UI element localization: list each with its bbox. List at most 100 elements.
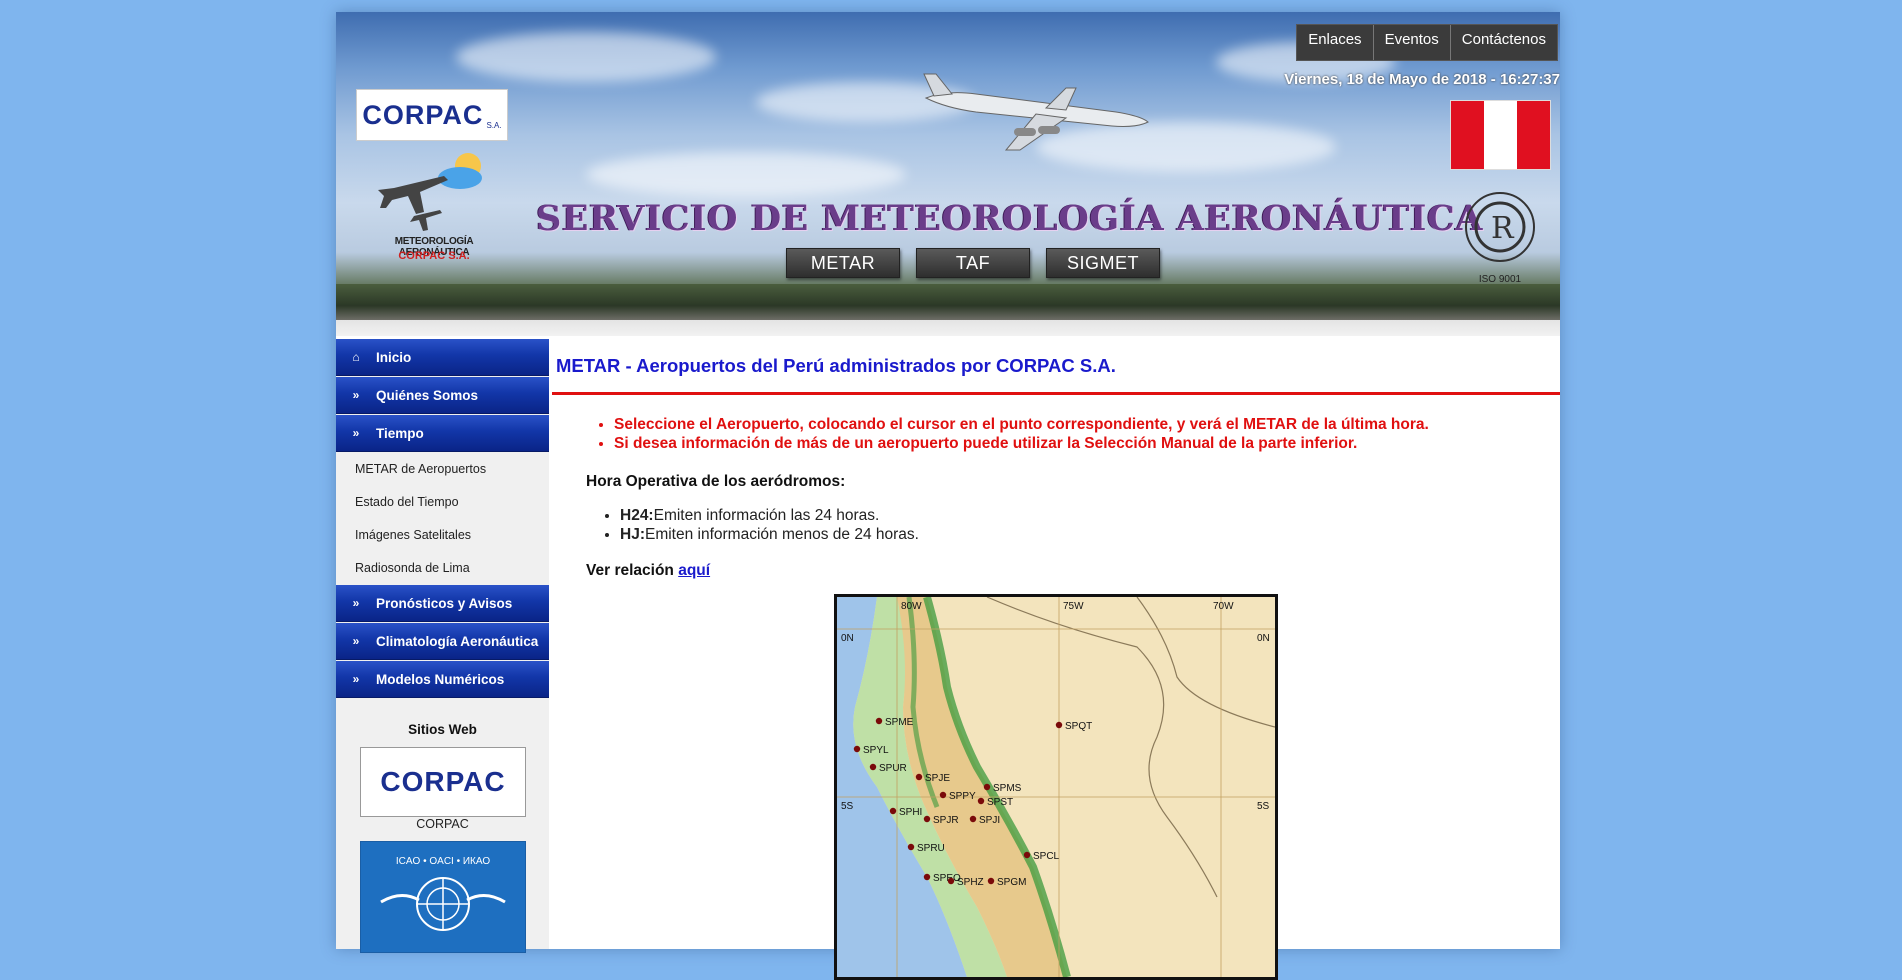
ver-relacion: Ver relación aquí (586, 562, 710, 580)
service-title: SERVICIO DE METEOROLOGÍA AERONÁUTICA (536, 198, 1483, 239)
airport-dot[interactable] (987, 877, 995, 885)
flag-stripe-right (1517, 101, 1550, 169)
title-divider (552, 392, 1560, 395)
lon-label: 80W (901, 601, 922, 612)
menu-label: Climatología Aeronáutica (376, 633, 539, 649)
airport-label: SPQT (1065, 721, 1092, 732)
menu-label: Inicio (376, 349, 412, 365)
airport-dot[interactable] (923, 815, 931, 823)
instruction-item: Si desea información de más de un aeropu… (614, 434, 1429, 453)
metar-button[interactable]: METAR (786, 248, 900, 278)
lon-label: 70W (1213, 601, 1234, 612)
lat-label: 5S (841, 801, 854, 812)
lat-label: 0N (1257, 633, 1270, 644)
peru-flag (1450, 100, 1551, 170)
page-title: METAR - Aeropuertos del Perú administrad… (556, 355, 1116, 376)
ver-relacion-label: Ver relación (586, 562, 674, 579)
hora-operativa-title: Hora Operativa de los aeródromos: (586, 473, 846, 490)
double-chevron-right-icon: » (352, 672, 360, 686)
airport-dot[interactable] (915, 773, 923, 781)
double-chevron-right-icon: » (352, 388, 360, 402)
instructions-list: Seleccione el Aeropuerto, colocando el c… (600, 415, 1429, 453)
menu-label: Modelos Numéricos (376, 671, 505, 687)
corpac-logo-text: CORPAC (362, 99, 484, 130)
airport-dot[interactable] (889, 807, 897, 815)
taf-button[interactable]: TAF (916, 248, 1030, 278)
lat-label: 5S (1257, 801, 1270, 812)
airport-dot[interactable] (983, 783, 991, 791)
meteorologia-logo-line2: CORPAC S.A. (398, 250, 470, 262)
airport-label: SPJR (933, 815, 959, 826)
double-chevron-right-icon: » (352, 634, 360, 648)
home-icon: ⌂ (352, 350, 360, 364)
airport-label: SPYL (863, 745, 889, 756)
hora-item: H24:Emiten información las 24 horas. (620, 506, 919, 525)
airport-dot[interactable] (939, 791, 947, 799)
corpac-site-label: CORPAC (416, 817, 469, 831)
airport-dot[interactable] (907, 843, 915, 851)
menu-quienes-somos[interactable]: » Quiénes Somos (336, 377, 549, 414)
airport-dot[interactable] (869, 763, 877, 771)
current-datetime: Viernes, 18 de Mayo de 2018 - 16:27:37 (1284, 71, 1560, 88)
instruction-item: Seleccione el Aeropuerto, colocando el c… (614, 415, 1429, 434)
icao-text: ICAO • OACI • ИКАО (396, 856, 490, 867)
peru-relief-map: 80W 75W 70W 0N 0N 5S 5S SPME SPYL SPUR SPJE… (837, 597, 1275, 977)
airport-label: SPMS (993, 783, 1022, 794)
lon-label: 75W (1063, 601, 1084, 612)
page-container: Enlaces Eventos Contáctenos Viernes, 18 … (336, 12, 1560, 980)
airport-dot[interactable] (977, 797, 985, 805)
nav-eventos[interactable]: Eventos (1372, 25, 1450, 60)
airport-dot[interactable] (969, 815, 977, 823)
runway-grass (336, 284, 1560, 320)
menu-label: Tiempo (376, 425, 424, 441)
submenu-metar-aeropuertos[interactable]: METAR de Aeropuertos (336, 453, 549, 486)
submenu-estado-tiempo[interactable]: Estado del Tiempo (336, 486, 549, 519)
submenu-radiosonda-lima[interactable]: Radiosonda de Lima (336, 552, 549, 585)
corpac-site-link[interactable]: CORPAC (360, 747, 526, 817)
airport-dot[interactable] (923, 873, 931, 881)
airport-dot[interactable] (1023, 851, 1031, 859)
svg-text:R: R (1491, 211, 1515, 246)
menu-label: Pronósticos y Avisos (376, 595, 513, 611)
airport-dot[interactable] (947, 877, 955, 885)
menu-modelos-numericos[interactable]: » Modelos Numéricos (336, 661, 549, 698)
airport-dot[interactable] (875, 717, 883, 725)
hora-text: Emiten información las 24 horas. (653, 507, 880, 524)
main-content: METAR - Aeropuertos del Perú administrad… (552, 339, 1560, 980)
airport-label: SPHI (899, 807, 922, 818)
airports-map[interactable]: 80W 75W 70W 0N 0N 5S 5S SPME SPYL SPUR SPJE… (834, 594, 1278, 980)
icao-site-link[interactable]: ICAO • OACI • ИКАО (360, 841, 526, 953)
menu-label: Quiénes Somos (376, 387, 479, 403)
airport-label: SPRU (917, 843, 945, 854)
menu-tiempo[interactable]: » Tiempo (336, 415, 549, 452)
sigmet-button[interactable]: SIGMET (1046, 248, 1160, 278)
menu-inicio[interactable]: ⌂ Inicio (336, 339, 549, 376)
hora-operativa-list: H24:Emiten información las 24 horas. HJ:… (602, 506, 919, 544)
ver-relacion-link[interactable]: aquí (678, 562, 710, 579)
airport-label: SPHZ (957, 877, 984, 888)
hora-text: Emiten información menos de 24 horas. (644, 526, 919, 543)
nav-enlaces[interactable]: Enlaces (1297, 25, 1372, 60)
airport-dot[interactable] (853, 745, 861, 753)
menu-climatologia[interactable]: » Climatología Aeronáutica (336, 623, 549, 660)
airplane-image (923, 73, 1149, 151)
meteorologia-logo: METEOROLOGÍA AERONÁUTICA CORPAC S.A. (364, 146, 504, 266)
submenu-imagenes-satelitales[interactable]: Imágenes Satelitales (336, 519, 549, 552)
top-nav: Enlaces Eventos Contáctenos (1296, 24, 1558, 61)
airport-label: SPJE (925, 773, 950, 784)
corpac-logo[interactable]: CORPAC S.A. (356, 89, 508, 141)
airport-label: SPUR (879, 763, 907, 774)
flag-stripe-center (1484, 101, 1517, 169)
hora-code: H24: (620, 507, 654, 524)
corpac-logo-sa: S.A. (486, 121, 502, 130)
menu-pronosticos-avisos[interactable]: » Pronósticos y Avisos (336, 585, 549, 622)
double-chevron-right-icon: » (352, 426, 360, 440)
hora-item: HJ:Emiten información menos de 24 horas. (620, 525, 919, 544)
airport-dot[interactable] (1055, 721, 1063, 729)
nav-contactenos[interactable]: Contáctenos (1449, 25, 1557, 60)
airport-label: SPJI (979, 815, 1000, 826)
hora-code: HJ: (620, 526, 645, 543)
airport-label: SPST (987, 797, 1013, 808)
corpac-site-logo-text: CORPAC (380, 766, 506, 797)
header-divider (336, 320, 1560, 336)
